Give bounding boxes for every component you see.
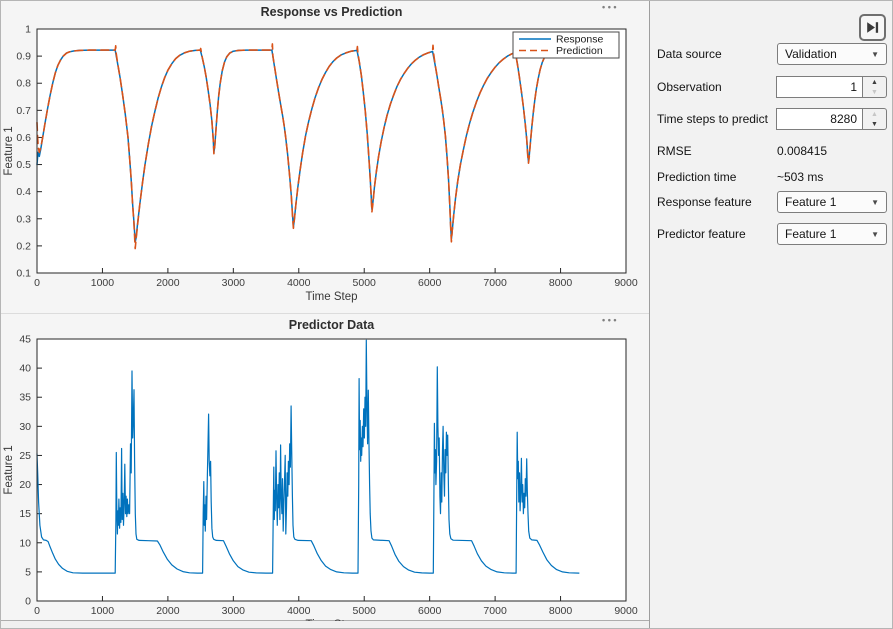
observation-spinner: ▲ ▼: [776, 76, 887, 98]
x-tick-label: 8000: [549, 277, 573, 289]
chevron-down-icon: ▼: [871, 50, 879, 59]
x-tick-label: 6000: [418, 605, 442, 617]
plot-background: [37, 29, 626, 273]
time-steps-spin-buttons: ▲ ▼: [863, 108, 887, 130]
y-tick-label: 5: [25, 566, 31, 578]
observation-input[interactable]: [776, 76, 863, 98]
rmse-label: RMSE: [657, 144, 692, 158]
y-tick-label: 10: [19, 537, 31, 549]
response-chart-panel: 0 1000 2000 3000 4000 5000 6000 7000 8000 9000 0.1…: [1, 1, 649, 314]
y-tick-label: 35: [19, 392, 31, 404]
x-axis-label: Time Step: [306, 619, 358, 621]
row-observation: Observation ▲ ▼: [657, 76, 887, 98]
response-feature-dropdown[interactable]: Feature 1 ▼: [777, 191, 887, 213]
y-tick-label: 0: [25, 596, 31, 608]
chevron-down-icon: ▼: [871, 198, 879, 207]
x-tick-label: 3000: [222, 277, 246, 289]
x-tick-label: 1000: [91, 277, 115, 289]
predictor-chart-title: Predictor Data: [37, 318, 626, 332]
response-feature-value: Feature 1: [785, 195, 836, 209]
prediction-time-value: ~503 ms: [777, 170, 823, 184]
observation-label: Observation: [657, 80, 722, 94]
skip-forward-icon: [865, 21, 880, 34]
axes-toolbar-ellipsis-icon[interactable]: •••: [602, 2, 619, 12]
y-tick-label: 0.7: [16, 105, 31, 117]
x-tick-label: 0: [34, 277, 40, 289]
row-response-feature: Response feature Feature 1 ▼: [657, 191, 887, 213]
y-axis-label: Feature 1: [3, 126, 15, 175]
y-tick-label: 0.5: [16, 159, 31, 171]
data-source-label: Data source: [657, 47, 722, 61]
x-tick-label: 1000: [91, 605, 115, 617]
time-steps-input[interactable]: [776, 108, 863, 130]
data-source-dropdown[interactable]: Validation ▼: [777, 43, 887, 65]
legend-label-response: Response: [556, 34, 603, 46]
controls-panel: Data source Validation ▼ Observation ▲ ▼…: [649, 1, 893, 629]
row-rmse: RMSE 0.008415: [657, 140, 887, 162]
time-steps-label: Time steps to predict: [657, 112, 768, 126]
predictor-feature-label: Predictor feature: [657, 227, 746, 241]
spinner-up-icon[interactable]: ▲: [863, 109, 886, 119]
y-tick-label: 45: [19, 334, 31, 346]
x-tick-label: 9000: [614, 277, 638, 289]
y-tick-label: 30: [19, 421, 31, 433]
x-tick-label: 2000: [156, 605, 180, 617]
response-chart-title: Response vs Prediction: [37, 5, 626, 19]
y-tick-label: 0.1: [16, 268, 31, 280]
x-tick-label: 7000: [483, 605, 507, 617]
y-tick-label: 40: [19, 363, 31, 375]
spinner-down-icon[interactable]: ▼: [863, 119, 886, 129]
axes-toolbar-ellipsis-icon[interactable]: •••: [602, 315, 619, 325]
x-tick-label: 3000: [222, 605, 246, 617]
x-tick-label: 9000: [614, 605, 638, 617]
x-tick-label: 6000: [418, 277, 442, 289]
y-tick-label: 15: [19, 508, 31, 520]
x-axis-label: Time Step: [306, 291, 358, 303]
row-predictor-feature: Predictor feature Feature 1 ▼: [657, 223, 887, 245]
legend-label-prediction: Prediction: [556, 45, 603, 57]
response-prediction-chart: 0 1000 2000 3000 4000 5000 6000 7000 8000 9000 0.1…: [1, 1, 649, 314]
observation-spin-buttons: ▲ ▼: [863, 76, 887, 98]
y-tick-label: 0.2: [16, 240, 31, 252]
predictor-chart-panel: 0 1000 2000 3000 4000 5000 6000 7000 8000 9000 0 5 1…: [1, 314, 649, 621]
x-tick-label: 7000: [483, 277, 507, 289]
x-tick-label: 2000: [156, 277, 180, 289]
charts-area: 01000200030004000500060007000800090000.1…: [1, 1, 649, 621]
predictor-feature-dropdown[interactable]: Feature 1 ▼: [777, 223, 887, 245]
x-tick-label: 5000: [353, 277, 377, 289]
y-tick-label: 0.3: [16, 213, 31, 225]
y-tick-label: 25: [19, 450, 31, 462]
y-tick-label: 0.6: [16, 132, 31, 144]
y-tick-label: 1: [25, 24, 31, 36]
x-tick-label: 4000: [287, 605, 311, 617]
predictor-data-chart: 0 1000 2000 3000 4000 5000 6000 7000 8000 9000 0 5 1…: [1, 314, 649, 621]
y-axis-label: Feature 1: [3, 445, 15, 494]
chevron-down-icon: ▼: [871, 230, 879, 239]
spinner-up-icon[interactable]: ▲: [863, 77, 886, 87]
y-tick-label: 20: [19, 479, 31, 491]
time-steps-spinner: ▲ ▼: [776, 108, 887, 130]
row-prediction-time: Prediction time ~503 ms: [657, 166, 887, 188]
x-tick-label: 4000: [287, 277, 311, 289]
prediction-time-label: Prediction time: [657, 170, 736, 184]
data-source-value: Validation: [785, 47, 837, 61]
response-feature-label: Response feature: [657, 195, 752, 209]
row-time-steps: Time steps to predict ▲ ▼: [657, 108, 887, 130]
y-tick-label: 0.8: [16, 78, 31, 90]
step-forward-button[interactable]: [859, 14, 886, 41]
spinner-down-icon[interactable]: ▼: [863, 87, 886, 97]
app-window: 01000200030004000500060007000800090000.1…: [0, 0, 893, 629]
x-tick-label: 8000: [549, 605, 573, 617]
y-tick-label: 0.9: [16, 51, 31, 63]
x-tick-label: 5000: [353, 605, 377, 617]
x-tick-label: 0: [34, 605, 40, 617]
predictor-feature-value: Feature 1: [785, 227, 836, 241]
y-tick-label: 0.4: [16, 186, 31, 198]
rmse-value: 0.008415: [777, 144, 827, 158]
row-data-source: Data source Validation ▼: [657, 43, 887, 65]
